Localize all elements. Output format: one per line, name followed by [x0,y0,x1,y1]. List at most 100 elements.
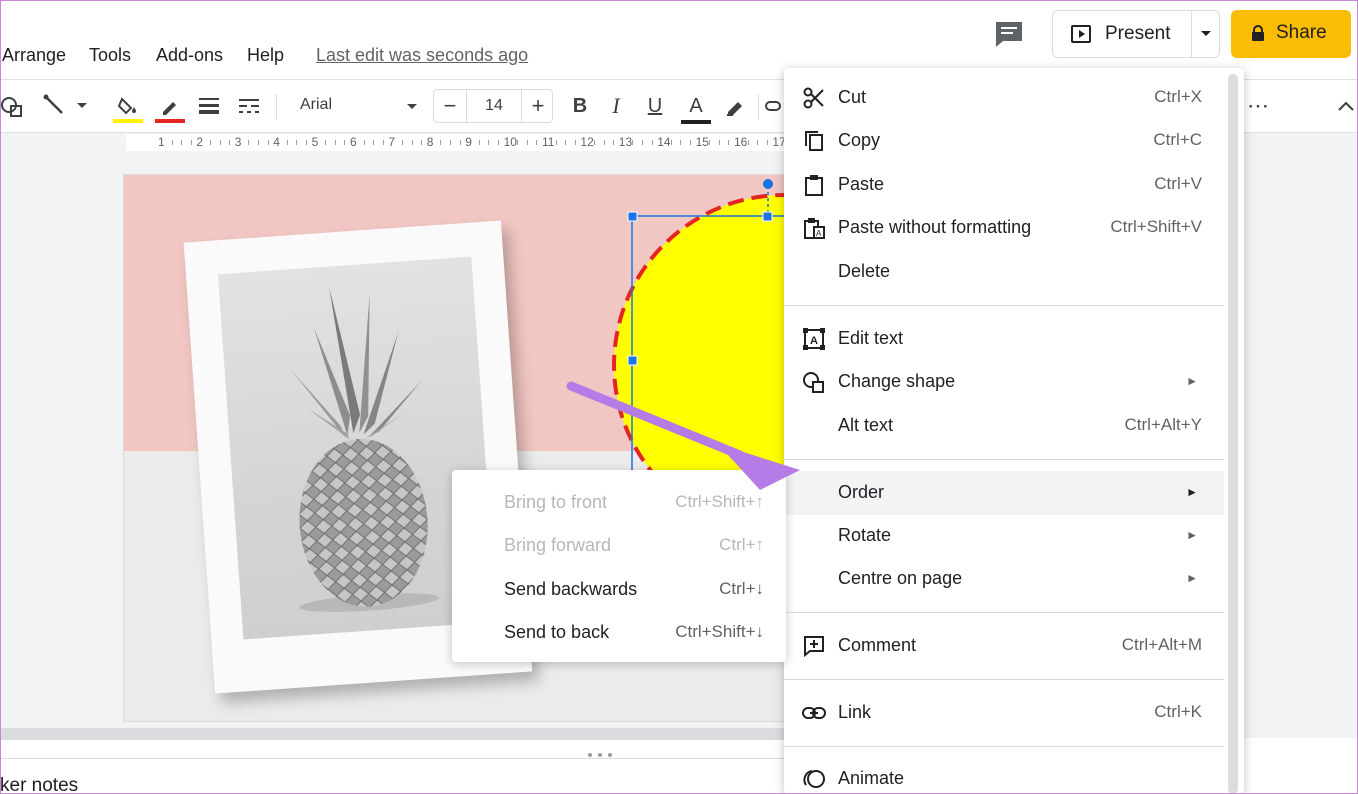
present-options-button[interactable] [1193,11,1219,57]
line-icon [43,94,63,114]
context-menu-item-delete[interactable]: Delete [784,251,1224,293]
present-icon [1071,25,1091,48]
context-menu-item-rotate[interactable]: Rotate ► [784,515,1224,557]
more-options-icon[interactable]: ⋯ [1246,92,1270,120]
present-button[interactable]: Present [1053,11,1191,57]
shape-tool-icon[interactable] [0,92,24,120]
add-comment-icon [802,634,826,658]
border-dash-icon[interactable] [236,92,262,120]
chevron-up-icon[interactable] [1336,92,1356,120]
ruler-tick [670,140,672,145]
submenu-item-send-backwards[interactable]: Send backwards Ctrl+↓ [452,568,786,610]
text-color-button[interactable]: A [680,92,712,128]
share-button[interactable]: Share [1231,10,1351,58]
context-menu-item-change-shape[interactable]: Change shape ► [784,361,1224,403]
context-menu-item-animate[interactable]: Animate [784,758,1224,794]
bold-icon[interactable]: B [568,92,592,120]
ruler-tick [488,140,490,145]
scissors-icon [802,86,826,110]
menu-label: Paste [838,174,885,194]
ruler-tick [325,140,327,145]
ruler-tick [382,140,384,145]
svg-text:A: A [816,229,822,238]
fill-color-button[interactable] [112,92,144,128]
ruler-tick [334,140,336,145]
ruler-tick [747,140,749,145]
context-menu-item-paste-without-formatting[interactable]: A Paste without formatting Ctrl+Shift+V [784,207,1224,249]
menu-tools[interactable]: Tools [89,45,131,66]
toolbar-divider [276,94,277,120]
menu-label: Paste without formatting [838,217,1032,237]
ruler-tick [421,140,423,145]
context-menu-item-link[interactable]: Link Ctrl+K [784,692,1224,734]
font-size-increase-button[interactable]: + [522,90,554,122]
speaker-notes-panel[interactable]: ker notes [0,758,790,794]
context-menu-item-centre-on-page[interactable]: Centre on page ► [784,558,1224,600]
submenu-item-bring-to-front: Bring to front Ctrl+Shift+↑ [452,481,786,523]
ruler-tick [229,140,231,145]
pencil-icon [163,102,176,115]
menu-arrange[interactable]: Arrange [2,45,66,66]
context-menu-item-cut[interactable]: Cut Ctrl+X [784,77,1224,119]
context-menu-item-paste[interactable]: Paste Ctrl+V [784,164,1224,206]
ruler-tick-label: 1 [158,135,165,149]
menu-shortcut: Ctrl+Shift+↑ [675,492,764,511]
menu-label: Order [838,482,885,502]
highlight-icon[interactable] [722,92,748,120]
menu-label: Bring forward [504,535,612,555]
order-submenu: Bring to front Ctrl+Shift+↑ Bring forwar… [452,470,786,662]
ruler-tick [565,140,567,145]
ruler-tick-label: 16 [734,135,748,149]
italic-icon[interactable]: I [604,92,628,120]
context-menu-item-alt-text[interactable]: Alt text Ctrl+Alt+Y [784,405,1224,447]
chevron-down-icon [407,104,417,109]
line-tool-button[interactable] [38,92,92,120]
ruler-tick [363,140,365,145]
border-weight-icon[interactable] [196,92,222,120]
submenu-item-send-to-back[interactable]: Send to back Ctrl+Shift+↓ [452,611,786,653]
animate-icon [802,767,826,791]
context-menu-item-copy[interactable]: Copy Ctrl+C [784,120,1224,162]
font-family-select[interactable]: Arial [290,92,426,122]
menu-addons[interactable]: Add-ons [156,45,223,66]
menu-help[interactable]: Help [247,45,284,66]
insert-link-icon[interactable] [764,92,784,120]
ruler-tick [296,140,298,145]
context-menu-item-order[interactable]: Order ► [784,471,1224,515]
underline-icon[interactable]: U [642,92,668,120]
menu-separator [784,746,1224,747]
font-size-decrease-button[interactable]: − [434,90,466,122]
context-menu-scrollbar[interactable] [1228,74,1238,794]
menu-shortcut: Ctrl+Alt+Y [1124,415,1202,434]
ruler-track[interactable]: 1 2 3 4 5 6 7 8 9 10 11 12 13 14 15 16 17 [126,134,807,151]
menu-bar: Arrange Tools Add-ons Help Last edit was… [0,0,1358,78]
menu-shortcut: Ctrl+Shift+V [1110,217,1202,236]
drag-handle-icon[interactable] [586,746,616,757]
fill-color-swatch [113,119,143,123]
last-edit-link[interactable]: Last edit was seconds ago [316,45,528,66]
menu-shortcut: Ctrl+↓ [719,579,764,598]
ruler-tick [459,140,461,145]
context-menu-item-edit-text[interactable]: A Edit text [784,318,1224,360]
ruler-tick-label: 11 [542,135,555,149]
submenu-arrow-icon: ► [1186,528,1198,542]
menu-separator [784,679,1224,680]
ruler-tick [613,140,615,145]
copy-icon [802,129,826,153]
comment-history-icon[interactable] [994,20,1024,48]
ruler-tick [344,140,346,145]
share-label: Share [1276,22,1327,43]
present-label: Present [1105,23,1171,44]
context-menu-item-comment[interactable]: Comment Ctrl+Alt+M [784,625,1224,667]
font-size-input[interactable]: 14 [466,90,522,122]
submenu-arrow-icon: ► [1186,374,1198,388]
ruler-tick [555,140,557,145]
border-color-button[interactable] [154,92,186,128]
submenu-item-bring-forward: Bring forward Ctrl+↑ [452,524,786,566]
menu-separator [784,459,1224,460]
ruler-tick-label: 2 [196,135,204,149]
menu-label: Delete [838,261,891,281]
ruler-tick [248,140,250,145]
link-icon [802,701,826,725]
ruler-tick [450,140,451,145]
